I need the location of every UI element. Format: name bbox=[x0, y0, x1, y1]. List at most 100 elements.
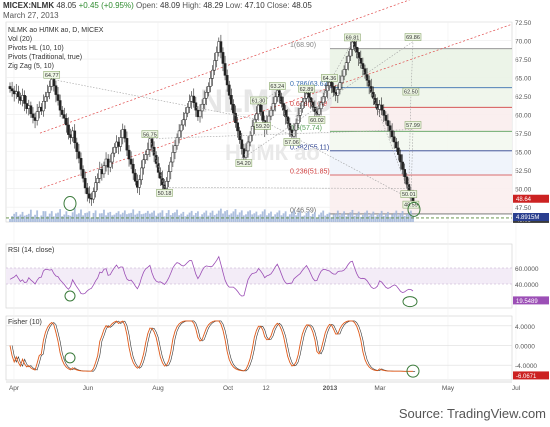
candle-down bbox=[194, 102, 198, 111]
candle-down bbox=[8, 86, 12, 89]
candle-down bbox=[234, 112, 237, 123]
candle-up bbox=[271, 103, 275, 111]
candle-down bbox=[54, 85, 58, 95]
volume-bar bbox=[389, 216, 391, 222]
candle-up bbox=[42, 101, 45, 112]
volume-bar bbox=[98, 213, 101, 222]
candle-up bbox=[96, 178, 100, 183]
candle-up bbox=[169, 161, 173, 172]
time-tick-label: May bbox=[442, 385, 455, 392]
pivot-label: 57.06 bbox=[285, 140, 299, 146]
candle-down bbox=[382, 109, 386, 116]
candle-down bbox=[259, 104, 262, 112]
volume-bar bbox=[163, 216, 166, 222]
candle-down bbox=[52, 79, 56, 86]
volume-bar bbox=[82, 215, 84, 222]
volume-bar bbox=[305, 212, 308, 222]
candle-down bbox=[261, 111, 265, 121]
volume-bar bbox=[207, 215, 210, 222]
volume-bar bbox=[42, 211, 45, 222]
candle-down bbox=[330, 82, 333, 87]
volume-bar bbox=[339, 215, 341, 222]
candle-down bbox=[394, 141, 398, 149]
volume-bar bbox=[9, 219, 11, 222]
time-tick-label: 12 bbox=[262, 385, 270, 392]
candle-up bbox=[346, 55, 350, 63]
candle-up bbox=[146, 149, 150, 155]
volume-bar bbox=[301, 216, 304, 222]
candle-up bbox=[207, 86, 210, 93]
volume-bar bbox=[234, 209, 237, 222]
candle-down bbox=[152, 146, 156, 156]
volume-bar bbox=[123, 210, 126, 222]
candle-down bbox=[367, 80, 371, 87]
volume-bar bbox=[46, 216, 49, 222]
volume-bar bbox=[107, 212, 110, 222]
candle-up bbox=[138, 179, 141, 188]
pivot-label: 50.18 bbox=[158, 191, 172, 197]
candle-down bbox=[125, 138, 129, 151]
pivot-label: 61.30 bbox=[252, 99, 266, 105]
volume-bar bbox=[265, 215, 268, 222]
volume-bar bbox=[21, 211, 24, 222]
volume-bar bbox=[203, 212, 206, 222]
volume-bar bbox=[161, 210, 164, 222]
candle-down bbox=[223, 63, 227, 76]
volume-bar bbox=[393, 212, 396, 222]
candle-down bbox=[79, 158, 83, 170]
chart-canvas[interactable]: 72.50 70.00 67.50 65.00 62.50 60.00 57.50 55.00… bbox=[0, 0, 550, 427]
candle-down bbox=[17, 91, 20, 98]
volume-bar bbox=[105, 215, 107, 222]
volume-bar bbox=[324, 215, 327, 222]
candle-down bbox=[390, 130, 394, 138]
volume-bar bbox=[351, 209, 354, 222]
pivot-label: 62.89 bbox=[300, 87, 314, 93]
fib-zone bbox=[330, 87, 512, 108]
candle-down bbox=[392, 136, 396, 143]
volume-bar bbox=[130, 212, 133, 222]
volume-bar bbox=[382, 215, 385, 222]
volume-bar bbox=[290, 212, 293, 222]
volume-bar bbox=[115, 212, 118, 222]
volume-bar bbox=[219, 208, 222, 222]
candle-down bbox=[31, 113, 35, 118]
candle-up bbox=[110, 152, 114, 163]
rsi-badge-label: 19.5489 bbox=[516, 299, 538, 305]
volume-bar bbox=[274, 214, 277, 222]
volume-bar bbox=[151, 212, 153, 222]
price-tick-label: 55.00 bbox=[515, 150, 532, 157]
pivot-label: 56.75 bbox=[143, 132, 157, 138]
candle-down bbox=[386, 120, 390, 126]
volume-bar bbox=[366, 210, 368, 222]
pivot-label: 62.50 bbox=[404, 90, 418, 96]
volume-bar bbox=[92, 212, 95, 222]
volume-bar bbox=[34, 214, 36, 222]
time-tick-label: Jun bbox=[83, 385, 94, 392]
pivot-label: 69.86 bbox=[406, 35, 420, 41]
volume-bar bbox=[288, 214, 291, 222]
volume-bar bbox=[188, 212, 191, 222]
fib-zone bbox=[330, 174, 512, 214]
candle-down bbox=[60, 109, 64, 115]
volume-bar bbox=[345, 216, 348, 222]
candle-down bbox=[83, 178, 87, 189]
candle-down bbox=[133, 172, 137, 182]
volume-bar bbox=[316, 217, 318, 222]
candle-up bbox=[211, 69, 214, 79]
candle-up bbox=[46, 92, 49, 98]
fisher-tick-label: 0.0000 bbox=[515, 344, 535, 351]
volume-bar bbox=[149, 213, 151, 222]
candle-up bbox=[179, 124, 183, 132]
volume-bar bbox=[146, 210, 149, 222]
candle-up bbox=[142, 159, 145, 169]
candle-up bbox=[44, 96, 47, 102]
price-tick-label: 60.00 bbox=[515, 113, 532, 120]
legend-entry: Zig Zag (5, 10) bbox=[8, 63, 54, 70]
candle-down bbox=[355, 46, 358, 53]
volume-bar bbox=[353, 215, 356, 222]
candle-up bbox=[202, 98, 206, 105]
volume-bar bbox=[61, 216, 64, 222]
candle-down bbox=[87, 193, 91, 199]
volume-bar bbox=[165, 213, 168, 222]
volume-bar bbox=[11, 216, 13, 222]
